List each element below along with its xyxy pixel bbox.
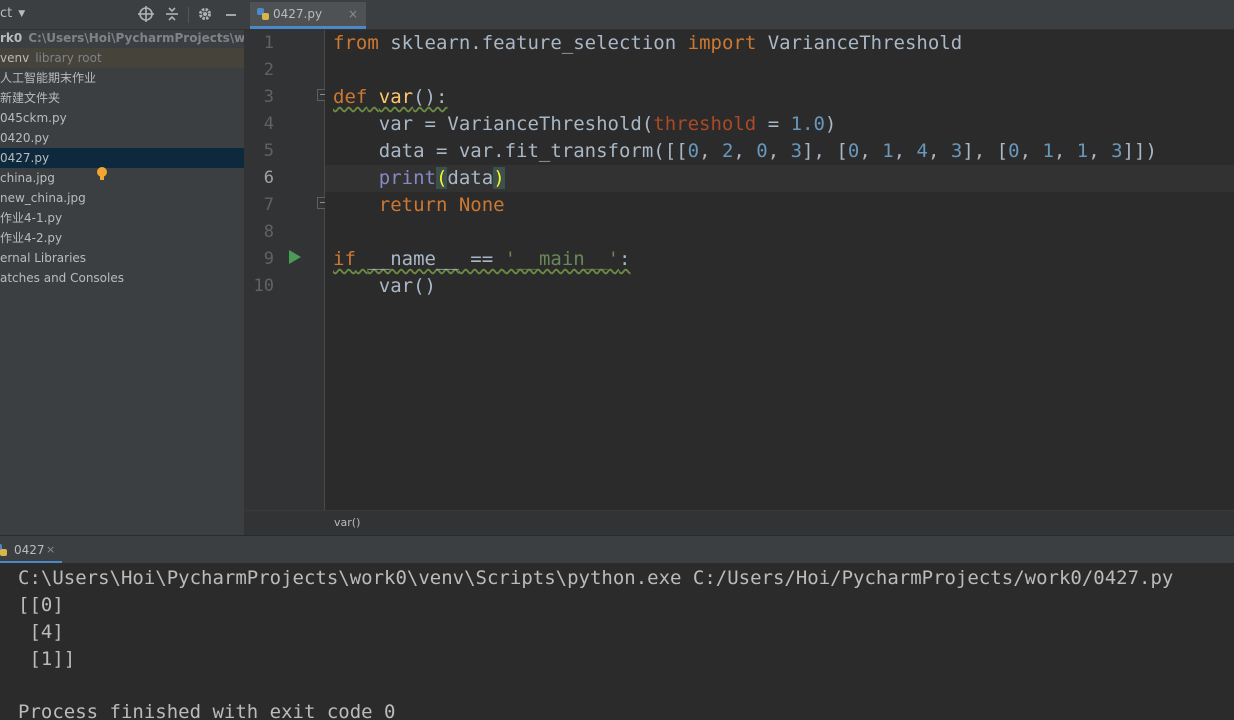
tree-item-file[interactable]: 0420.py <box>0 128 244 148</box>
project-view-selector[interactable]: ct ▼ <box>0 6 25 21</box>
breadcrumb: var() <box>244 510 1234 535</box>
tree-item-file[interactable]: 作业4-1.py <box>0 208 244 228</box>
code-editor[interactable]: from sklearn.feature_selection import Va… <box>325 30 1234 510</box>
console-line: C:\Users\Hoi\PycharmProjects\work0\venv\… <box>18 567 1174 589</box>
console-line: [4] <box>18 621 64 643</box>
line-number: 3 <box>263 87 274 107</box>
venv-note: library root <box>35 51 102 65</box>
editor-gutter: 1 2 3 4 5 6 7 8 9 10 <box>244 30 329 510</box>
line-number: 10 <box>253 276 274 296</box>
code-line-6: print(data) <box>378 167 505 189</box>
code-line-10: var() <box>333 275 436 297</box>
code-line-5: data = var.fit_transform([[0, 2, 0, 3], … <box>333 140 1157 162</box>
tree-item-file[interactable]: 045ckm.py <box>0 108 244 128</box>
run-play-icon[interactable] <box>289 250 301 264</box>
run-console[interactable]: C:\Users\Hoi\PycharmProjects\work0\venv\… <box>0 563 1234 720</box>
line-number: 4 <box>263 114 274 134</box>
tree-item-file[interactable]: china.jpg <box>0 168 244 188</box>
code-line-7: return None <box>378 194 505 216</box>
header-divider <box>188 7 189 23</box>
venv-name: venv <box>0 51 30 65</box>
run-tab-0427[interactable]: 0427 × <box>0 536 62 564</box>
python-run-icon <box>0 544 7 556</box>
code-line-9: if __name__ == '__main__': <box>333 248 631 270</box>
line-number-current: 6 <box>263 168 274 188</box>
console-line: Process finished with exit code 0 <box>18 701 396 720</box>
line-number: 2 <box>263 60 274 80</box>
python-file-icon <box>257 8 269 20</box>
tree-item-file[interactable]: 作业4-2.py <box>0 228 244 248</box>
gear-icon[interactable] <box>196 5 214 23</box>
tree-item-file-selected[interactable]: 0427.py <box>0 148 244 168</box>
ide-window: ct ▼ rk0 C:\Users\Hoi\PycharmProjects\work… <box>0 0 1234 720</box>
tree-item-project-root[interactable]: rk0 C:\Users\Hoi\PycharmProjects\work0 <box>0 28 244 48</box>
tree-item-external-libraries[interactable]: ernal Libraries <box>0 248 244 268</box>
project-root-path: C:\Users\Hoi\PycharmProjects\work0 <box>28 31 244 45</box>
lightbulb-icon[interactable] <box>96 166 108 182</box>
project-panel-header: ct ▼ <box>0 0 244 30</box>
editor-tab-bar: 0427.py × <box>244 0 1234 30</box>
console-line: [[0] <box>18 594 64 616</box>
line-number: 8 <box>263 222 274 242</box>
tree-item-file[interactable]: new_china.jpg <box>0 188 244 208</box>
line-number: 7 <box>263 195 274 215</box>
project-panel: ct ▼ rk0 C:\Users\Hoi\PycharmProjects\work… <box>0 0 244 535</box>
line-number: 5 <box>263 141 274 161</box>
tab-0427-py[interactable]: 0427.py × <box>250 2 366 29</box>
hide-panel-icon[interactable] <box>222 5 240 23</box>
chevron-down-icon: ▼ <box>18 9 26 19</box>
tree-item-folder-ai-final[interactable]: 人工智能期末作业 <box>0 68 244 88</box>
breadcrumb-item[interactable]: var() <box>334 511 360 535</box>
code-line-1: from sklearn.feature_selection import Va… <box>333 32 963 54</box>
close-tab-icon[interactable]: × <box>348 2 358 26</box>
tab-label: 0427.py <box>273 7 323 21</box>
collapse-all-icon[interactable] <box>163 5 181 23</box>
project-root-name: rk0 <box>0 31 23 45</box>
line-number: 1 <box>263 33 274 53</box>
tree-item-folder-new[interactable]: 新建文件夹 <box>0 88 244 108</box>
locate-file-icon[interactable] <box>137 5 155 23</box>
tree-item-venv[interactable]: venv library root <box>0 48 244 68</box>
run-tab-bar: 0427 × <box>0 535 1234 564</box>
code-line-3: def var(): <box>333 86 448 108</box>
tree-item-scratches-consoles[interactable]: atches and Consoles <box>0 268 244 288</box>
close-run-tab-icon[interactable]: × <box>46 536 55 564</box>
run-tab-label: 0427 <box>14 543 45 557</box>
line-number: 9 <box>263 249 274 269</box>
console-line: [1]] <box>18 648 76 670</box>
code-line-4: var = VarianceThreshold(threshold = 1.0) <box>333 113 837 135</box>
project-view-label: ct <box>0 6 13 21</box>
